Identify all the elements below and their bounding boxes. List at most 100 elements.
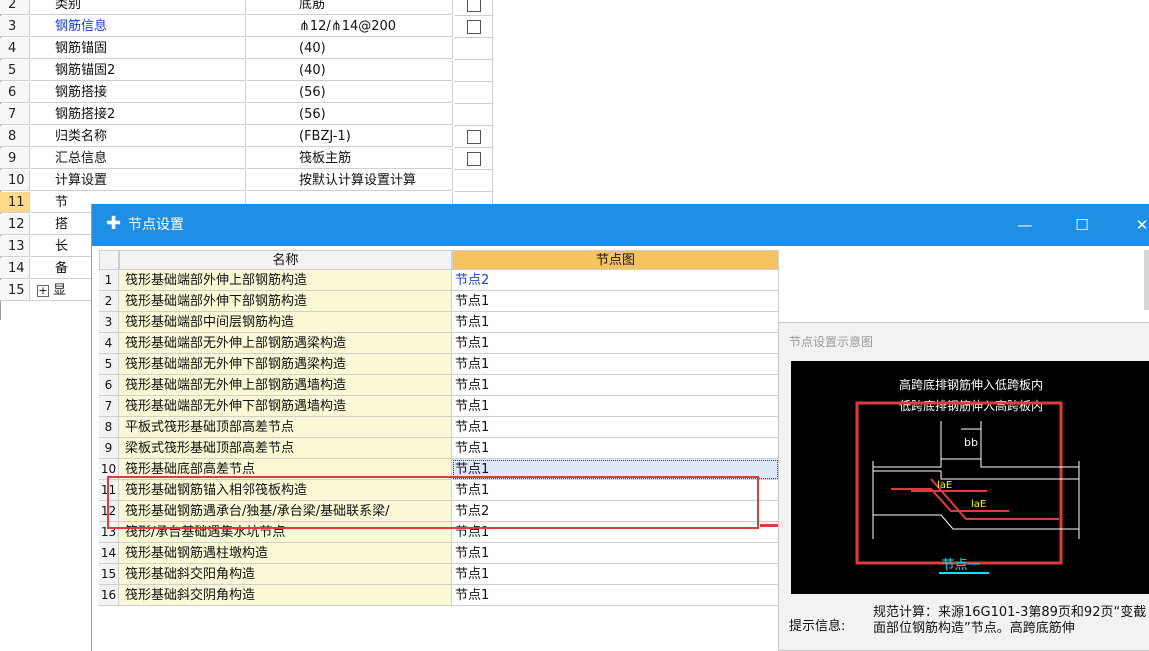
red-connector-annotation — [760, 524, 778, 527]
property-row[interactable]: 3 钢筋信息 ⋔12/⋔14@200 — [0, 16, 493, 38]
node-table-row[interactable]: 9 梁板式筏形基础顶部高差节点 节点1 — [99, 438, 779, 459]
property-checkbox-cell — [454, 170, 493, 192]
diagram-lae1: laE — [937, 480, 952, 491]
node-row-value[interactable]: 节点1 — [452, 396, 779, 417]
property-name: 钢筋信息 — [31, 16, 246, 37]
checkbox[interactable] — [467, 152, 481, 166]
checkbox[interactable] — [467, 130, 481, 144]
property-row-number: 3 — [0, 16, 30, 37]
node-row-number: 15 — [99, 564, 119, 585]
node-row-number: 3 — [99, 312, 119, 333]
node-table-row[interactable]: 7 筏形基础端部无外伸下部钢筋遇墙构造 节点1 — [99, 396, 779, 417]
property-checkbox-cell — [454, 38, 493, 60]
property-value[interactable]: (40) — [247, 38, 453, 59]
column-header-node-image[interactable]: 节点图 — [452, 250, 779, 270]
node-row-name: 筏形基础端部无外伸上部钢筋遇梁构造 — [119, 333, 452, 354]
node-row-value[interactable]: 节点1 — [452, 417, 779, 438]
node-row-number: 7 — [99, 396, 119, 417]
property-checkbox-cell — [454, 104, 493, 126]
property-value[interactable]: (56) — [247, 104, 453, 125]
tip-text: 规范计算：来源16G101-3第89页和92页“变截面部位钢筋构造”节点。高跨底… — [873, 605, 1147, 636]
property-checkbox-cell — [454, 0, 493, 16]
node-diagram: 高跨底排钢筋伸入低跨板内 低跨底排钢筋伸入高跨板内 bb laE laE 节点一 — [791, 361, 1149, 594]
node-table-row[interactable]: 2 筏形基础端部外伸下部钢筋构造 节点1 — [99, 291, 779, 312]
property-value[interactable]: 按默认计算设置计算 — [247, 170, 453, 191]
property-row-number: 7 — [0, 104, 30, 125]
property-row-number: 11 — [0, 192, 30, 213]
node-row-value[interactable]: 节点1 — [452, 438, 779, 459]
property-value[interactable]: 筏板主筋 — [247, 148, 453, 169]
node-row-number: 4 — [99, 333, 119, 354]
property-checkbox-cell — [454, 148, 493, 170]
checkbox[interactable] — [467, 20, 481, 34]
property-row-number: 4 — [0, 38, 30, 59]
node-table-row[interactable]: 8 平板式筏形基础顶部高差节点 节点1 — [99, 417, 779, 438]
property-name: 类别 — [31, 0, 246, 15]
node-row-value[interactable]: 节点1 — [452, 291, 779, 312]
node-row-name: 筏形基础端部外伸下部钢筋构造 — [119, 291, 452, 312]
property-checkbox-cell — [454, 82, 493, 104]
property-value[interactable]: 底筋 — [247, 0, 453, 15]
property-name: 钢筋搭接 — [31, 82, 246, 103]
node-row-number: 2 — [99, 291, 119, 312]
property-checkbox-cell — [454, 16, 493, 38]
dialog-titlebar[interactable]: ✚ 节点设置 — ☐ ✕ — [92, 204, 1149, 246]
node-table-row[interactable]: 14 筏形基础钢筋遇柱墩构造 节点1 — [99, 543, 779, 564]
property-name: 计算设置 — [31, 170, 246, 191]
node-table-row[interactable]: 3 筏形基础端部中间层钢筋构造 节点1 — [99, 312, 779, 333]
property-row-number: 8 — [0, 126, 30, 147]
expand-icon[interactable]: + — [37, 284, 49, 297]
property-row-number: 10 — [0, 170, 30, 191]
property-row[interactable]: 7 钢筋搭接2 (56) — [0, 104, 493, 126]
node-row-name: 筏形基础端部无外伸下部钢筋遇墙构造 — [119, 396, 452, 417]
diagram-lae2: laE — [971, 499, 986, 510]
property-value[interactable]: (FBZJ-1) — [247, 126, 453, 147]
minimize-button[interactable]: — — [1002, 204, 1048, 246]
node-row-value[interactable]: 节点1 — [452, 375, 779, 396]
node-row-number: 1 — [99, 270, 119, 291]
node-table-row[interactable]: 5 筏形基础端部无外伸下部钢筋遇梁构造 节点1 — [99, 354, 779, 375]
property-row[interactable]: 6 钢筋搭接 (56) — [0, 82, 493, 104]
node-table-row[interactable]: 15 筏形基础斜交阳角构造 节点1 — [99, 564, 779, 585]
property-row[interactable]: 4 钢筋锚固 (40) — [0, 38, 493, 60]
property-value[interactable]: (40) — [247, 60, 453, 81]
node-row-value[interactable]: 节点1 — [452, 543, 779, 564]
node-row-value[interactable]: 节点1 — [452, 585, 779, 606]
node-table-row[interactable]: 16 筏形基础斜交阴角构造 节点1 — [99, 585, 779, 606]
node-row-value[interactable]: 节点1 — [452, 354, 779, 375]
property-row[interactable]: 2 类别 底筋 — [0, 0, 493, 16]
node-row-value[interactable]: 节点1 — [452, 312, 779, 333]
checkbox[interactable] — [467, 0, 481, 12]
property-value[interactable]: (56) — [247, 82, 453, 103]
close-button[interactable]: ✕ — [1119, 204, 1149, 246]
node-row-name: 筏形基础斜交阴角构造 — [119, 585, 452, 606]
node-row-value[interactable]: 节点2 — [452, 270, 779, 291]
node-row-number: 9 — [99, 438, 119, 459]
property-name: 汇总信息 — [31, 148, 246, 169]
node-row-name: 筏形基础斜交阳角构造 — [119, 564, 452, 585]
property-row-number: 15 — [0, 280, 30, 301]
preview-label: 节点设置示意图 — [789, 335, 874, 349]
node-table-row[interactable]: 6 筏形基础端部无外伸上部钢筋遇墙构造 节点1 — [99, 375, 779, 396]
property-value[interactable]: ⋔12/⋔14@200 — [247, 16, 453, 37]
property-row[interactable]: 8 归类名称 (FBZJ-1) — [0, 126, 493, 148]
tip-label: 提示信息: — [789, 619, 846, 634]
node-row-value[interactable]: 节点1 — [452, 564, 779, 585]
node-table-row[interactable]: 4 筏形基础端部无外伸上部钢筋遇梁构造 节点1 — [99, 333, 779, 354]
node-row-name: 筏形基础端部中间层钢筋构造 — [119, 312, 452, 333]
property-row-number: 9 — [0, 148, 30, 169]
maximize-button[interactable]: ☐ — [1059, 204, 1105, 246]
node-row-value[interactable]: 节点1 — [452, 333, 779, 354]
property-row[interactable]: 5 钢筋锚固2 (40) — [0, 60, 493, 82]
node-row-number: 8 — [99, 417, 119, 438]
column-header-name[interactable]: 名称 — [119, 250, 452, 270]
diagram-bb: bb — [964, 436, 978, 449]
property-row[interactable]: 9 汇总信息 筏板主筋 — [0, 148, 493, 170]
property-name-text: 显 — [53, 283, 67, 298]
table-scrollbar[interactable] — [1144, 250, 1149, 310]
red-highlight-annotation — [107, 476, 759, 529]
node-table-row[interactable]: 1 筏形基础端部外伸上部钢筋构造 节点2 — [99, 270, 779, 291]
node-row-name: 平板式筏形基础顶部高差节点 — [119, 417, 452, 438]
property-row[interactable]: 10 计算设置 按默认计算设置计算 — [0, 170, 493, 192]
property-row-number: 2 — [0, 0, 30, 15]
